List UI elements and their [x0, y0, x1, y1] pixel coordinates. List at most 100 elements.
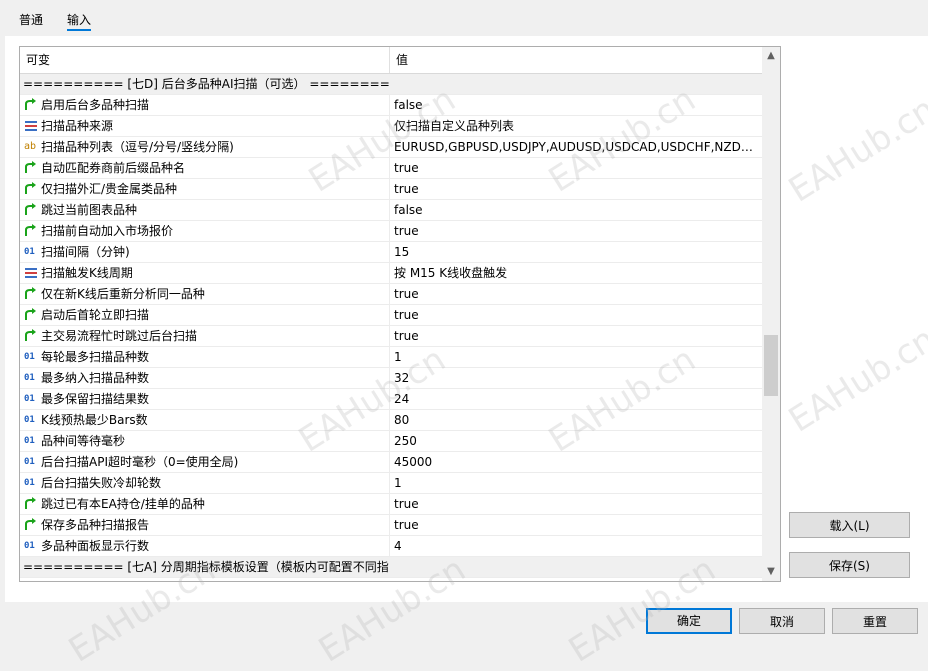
parameter-name: 跳过当前图表品种 — [41, 203, 138, 217]
table-row[interactable]: 扫描前自动加入市场报价 true — [20, 221, 762, 242]
parameter-name-cell[interactable]: 主交易流程忙时跳过后台扫描 — [20, 326, 389, 346]
tab-general[interactable]: 普通 — [19, 11, 43, 28]
scroll-up-icon[interactable]: ▲ — [762, 47, 780, 65]
green-arrow-icon — [24, 497, 38, 511]
table-row[interactable]: 01 每轮最多扫描品种数 1 — [20, 347, 762, 368]
table-row[interactable]: 01 后台扫描失败冷却轮数 1 — [20, 473, 762, 494]
parameter-value-cell[interactable]: 45000 — [390, 452, 760, 472]
parameter-value-cell[interactable]: 1 — [390, 347, 760, 367]
load-button[interactable]: 载入(L) — [789, 512, 910, 538]
table-row[interactable]: 仅扫描外汇/贵金属类品种 true — [20, 179, 762, 200]
parameter-value-cell[interactable]: true — [390, 158, 760, 178]
save-button[interactable]: 保存(S) — [789, 552, 910, 578]
parameter-name-cell[interactable]: 跳过已有本EA持仓/挂单的品种 — [20, 494, 389, 514]
active-tab-indicator — [67, 29, 91, 31]
parameter-value-cell[interactable]: 1 — [390, 473, 760, 493]
parameter-name-cell[interactable]: ab 扫描品种列表（逗号/分号/竖线分隔) — [20, 137, 389, 157]
green-arrow-icon — [24, 308, 38, 322]
table-row[interactable]: 01 K线预热最少Bars数 80 — [20, 410, 762, 431]
green-arrow-icon — [24, 182, 38, 196]
table-row[interactable]: 01 后台扫描API超时毫秒（0=使用全局) 45000 — [20, 452, 762, 473]
table-row[interactable]: 跳过已有本EA持仓/挂单的品种 true — [20, 494, 762, 515]
parameter-value-cell[interactable]: true — [390, 221, 760, 241]
parameter-name-cell[interactable]: 01 最多纳入扫描品种数 — [20, 368, 389, 388]
parameter-value-cell[interactable]: true — [390, 179, 760, 199]
parameter-value-cell[interactable]: 24 — [390, 389, 760, 409]
parameter-name-cell[interactable]: 扫描前自动加入市场报价 — [20, 221, 389, 241]
parameter-name-cell[interactable]: 扫描触发K线周期 — [20, 263, 389, 283]
tab-inputs[interactable]: 输入 — [67, 11, 91, 28]
parameter-name-cell[interactable]: 01 品种间等待毫秒 — [20, 431, 389, 451]
parameter-name: 扫描前自动加入市场报价 — [41, 224, 174, 238]
vertical-scrollbar[interactable]: ▲ ▼ — [762, 47, 780, 581]
table-row[interactable]: 保存多品种扫描报告 true — [20, 515, 762, 536]
table-row[interactable]: 01 扫描间隔（分钟) 15 — [20, 242, 762, 263]
column-header-variable[interactable]: 可变 — [20, 47, 389, 73]
section-row[interactable]: ========== [七D] 后台多品种AI扫描（可选） ========== — [20, 74, 762, 95]
parameter-name-cell[interactable]: 扫描品种来源 — [20, 116, 389, 136]
parameter-value-cell[interactable]: true — [390, 515, 760, 535]
parameter-name-cell[interactable]: 保存多品种扫描报告 — [20, 515, 389, 535]
parameter-name-cell[interactable]: 01 最多保留扫描结果数 — [20, 389, 389, 409]
parameter-name-cell[interactable]: 启用后台多品种扫描 — [20, 95, 389, 115]
parameter-value-cell[interactable]: 80 — [390, 410, 760, 430]
green-arrow-icon — [24, 287, 38, 301]
table-row[interactable]: 主交易流程忙时跳过后台扫描 true — [20, 326, 762, 347]
column-header-value[interactable]: 值 — [390, 47, 762, 73]
cancel-button[interactable]: 取消 — [739, 608, 825, 634]
parameter-name-cell[interactable]: 跳过当前图表品种 — [20, 200, 389, 220]
parameter-name-cell[interactable]: 01 后台扫描API超时毫秒（0=使用全局) — [20, 452, 389, 472]
scrollbar-thumb[interactable] — [764, 335, 778, 396]
parameter-name-cell[interactable]: ========== [七D] 后台多品种AI扫描（可选） ========== — [20, 74, 389, 94]
parameter-value-cell[interactable]: 250 — [390, 431, 760, 451]
parameter-name-cell[interactable]: 01 每轮最多扫描品种数 — [20, 347, 389, 367]
table-row[interactable]: 启用后台多品种扫描 false — [20, 95, 762, 116]
parameter-name-cell[interactable]: 启动后首轮立即扫描 — [20, 305, 389, 325]
table-row[interactable]: 01 最多保留扫描结果数 24 — [20, 389, 762, 410]
parameter-value-cell[interactable]: true — [390, 305, 760, 325]
parameter-value-cell[interactable]: false — [390, 200, 760, 220]
parameter-name-cell[interactable]: 仅在新K线后重新分析同一品种 — [20, 284, 389, 304]
table-row[interactable]: 01 多品种面板显示行数 4 — [20, 536, 762, 557]
parameter-name-cell[interactable]: 01 多品种面板显示行数 — [20, 536, 389, 556]
parameter-name-cell[interactable]: 01 后台扫描失败冷却轮数 — [20, 473, 389, 493]
parameter-name: 后台扫描API超时毫秒（0=使用全局) — [41, 455, 239, 469]
table-row[interactable]: 01 品种间等待毫秒 250 — [20, 431, 762, 452]
parameter-name-cell[interactable]: 仅扫描外汇/贵金属类品种 — [20, 179, 389, 199]
parameter-name: 主交易流程忙时跳过后台扫描 — [41, 329, 198, 343]
parameter-name-cell[interactable]: 01 扫描间隔（分钟) — [20, 242, 389, 262]
parameter-value-cell[interactable]: EURUSD,GBPUSD,USDJPY,AUDUSD,USDCAD,USDCH… — [390, 137, 760, 157]
table-row[interactable]: 启动后首轮立即扫描 true — [20, 305, 762, 326]
table-row[interactable]: 扫描触发K线周期 按 M15 K线收盘触发 — [20, 263, 762, 284]
ab-text-icon: ab — [24, 141, 37, 152]
parameter-name: 最多保留扫描结果数 — [41, 392, 150, 406]
parameter-value-cell — [390, 74, 760, 94]
parameter-name-cell[interactable]: 01 K线预热最少Bars数 — [20, 410, 389, 430]
parameter-value-cell[interactable]: false — [390, 95, 760, 115]
green-arrow-icon — [24, 518, 38, 532]
table-row[interactable]: 扫描品种来源 仅扫描自定义品种列表 — [20, 116, 762, 137]
parameter-value-cell[interactable]: 32 — [390, 368, 760, 388]
parameter-value-cell[interactable]: true — [390, 284, 760, 304]
parameter-value-cell[interactable]: 15 — [390, 242, 760, 262]
table-row[interactable]: 跳过当前图表品种 false — [20, 200, 762, 221]
parameter-value-cell[interactable]: true — [390, 494, 760, 514]
table-row[interactable]: 01 最多纳入扫描品种数 32 — [20, 368, 762, 389]
section-row[interactable]: ========== [七A] 分周期指标模板设置（模板内可配置不同指... — [20, 557, 762, 578]
table-row[interactable]: 自动匹配券商前后缀品种名 true — [20, 158, 762, 179]
scroll-down-icon[interactable]: ▼ — [762, 563, 780, 581]
tab-bar: 普通 输入 — [0, 0, 928, 36]
parameter-value-cell[interactable]: 仅扫描自定义品种列表 — [390, 116, 760, 136]
parameter-name: 扫描品种来源 — [41, 119, 114, 133]
parameter-value-cell[interactable]: 4 — [390, 536, 760, 556]
green-arrow-icon — [24, 161, 38, 175]
parameter-value-cell[interactable]: 按 M15 K线收盘触发 — [390, 263, 760, 283]
parameter-value-cell[interactable]: true — [390, 326, 760, 346]
reset-button[interactable]: 重置 — [832, 608, 918, 634]
int-01-icon: 01 — [24, 247, 35, 257]
ok-button[interactable]: 确定 — [646, 608, 732, 634]
table-row[interactable]: ab 扫描品种列表（逗号/分号/竖线分隔) EURUSD,GBPUSD,USDJPY… — [20, 137, 762, 158]
parameter-name-cell[interactable]: ========== [七A] 分周期指标模板设置（模板内可配置不同指... — [20, 557, 389, 577]
parameter-name-cell[interactable]: 自动匹配券商前后缀品种名 — [20, 158, 389, 178]
table-row[interactable]: 仅在新K线后重新分析同一品种 true — [20, 284, 762, 305]
